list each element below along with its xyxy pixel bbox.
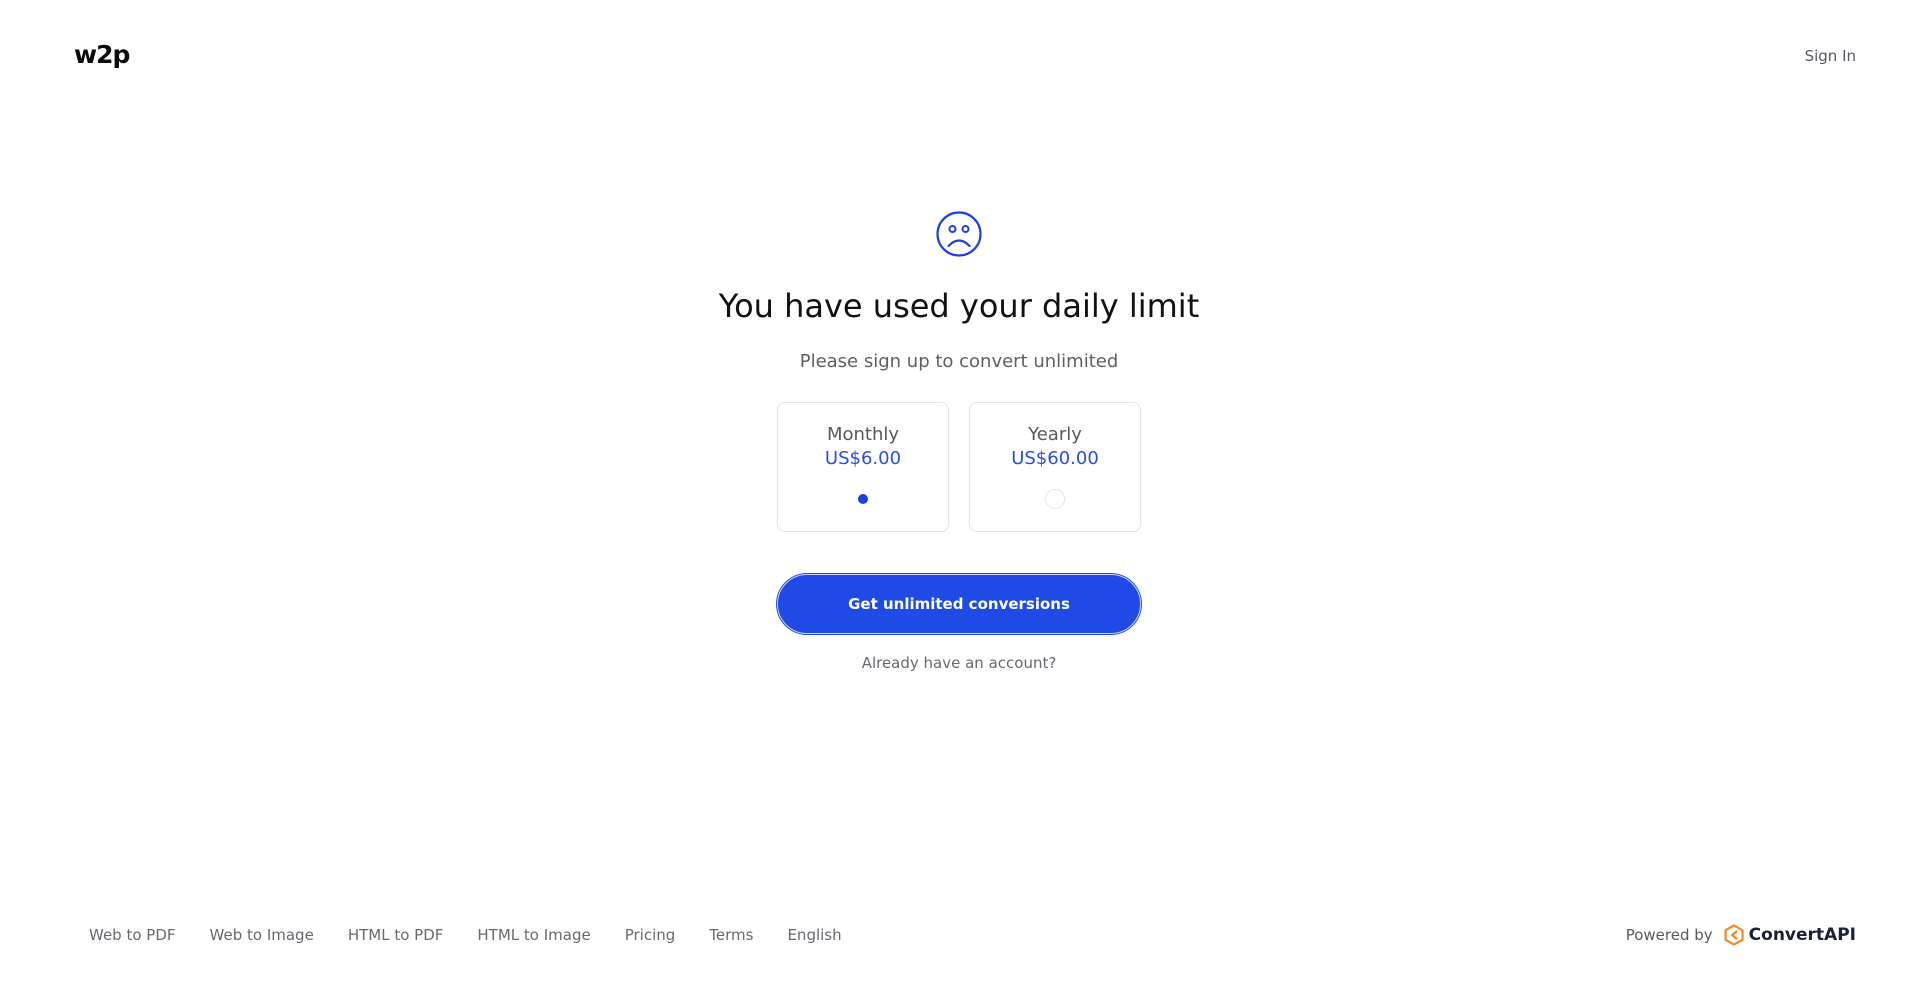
footer-link-pricing[interactable]: Pricing [625,926,676,944]
plan-yearly-card[interactable]: Yearly US$60.00 [969,402,1141,532]
page-title: You have used your daily limit [718,287,1200,325]
footer-link-html-to-pdf[interactable]: HTML to PDF [348,926,444,944]
footer-nav: Web to PDF Web to Image HTML to PDF HTML… [89,926,842,944]
powered-by-label: Powered by [1625,926,1713,944]
daily-limit-panel: You have used your daily limit Please si… [0,210,1918,672]
sign-in-link[interactable]: Sign In [1805,47,1856,65]
already-have-account-link[interactable]: Already have an account? [0,654,1918,672]
language-selector[interactable]: English [787,926,841,944]
footer-link-html-to-image[interactable]: HTML to Image [477,926,590,944]
plan-price: US$6.00 [824,448,902,469]
page-subtitle: Please sign up to convert unlimited [799,351,1119,372]
footer-link-web-to-image[interactable]: Web to Image [210,926,314,944]
convertapi-brand-name: ConvertAPI [1748,925,1856,945]
footer-link-terms[interactable]: Terms [709,926,753,944]
plan-radio[interactable] [1045,489,1065,509]
plan-options: Monthly US$6.00 Yearly US$60.00 [0,402,1918,532]
plan-monthly-card[interactable]: Monthly US$6.00 [777,402,949,532]
convertapi-logo-link[interactable]: ConvertAPI [1723,924,1856,946]
plan-name: Monthly [826,424,900,445]
site-footer: Web to PDF Web to Image HTML to PDF HTML… [0,920,1918,960]
site-header: w2p Sign In [0,0,1918,115]
plan-name: Yearly [1028,424,1082,445]
sad-face-icon [936,211,982,257]
get-unlimited-button[interactable]: Get unlimited conversions [777,574,1141,634]
plan-radio-selected[interactable] [853,489,873,509]
powered-by: Powered by ConvertAPI [1626,924,1856,946]
convertapi-logo-icon [1724,924,1744,946]
footer-link-web-to-pdf[interactable]: Web to PDF [89,926,176,944]
plan-price: US$60.00 [1011,448,1099,469]
w2p-logo[interactable]: w2p [74,40,130,69]
